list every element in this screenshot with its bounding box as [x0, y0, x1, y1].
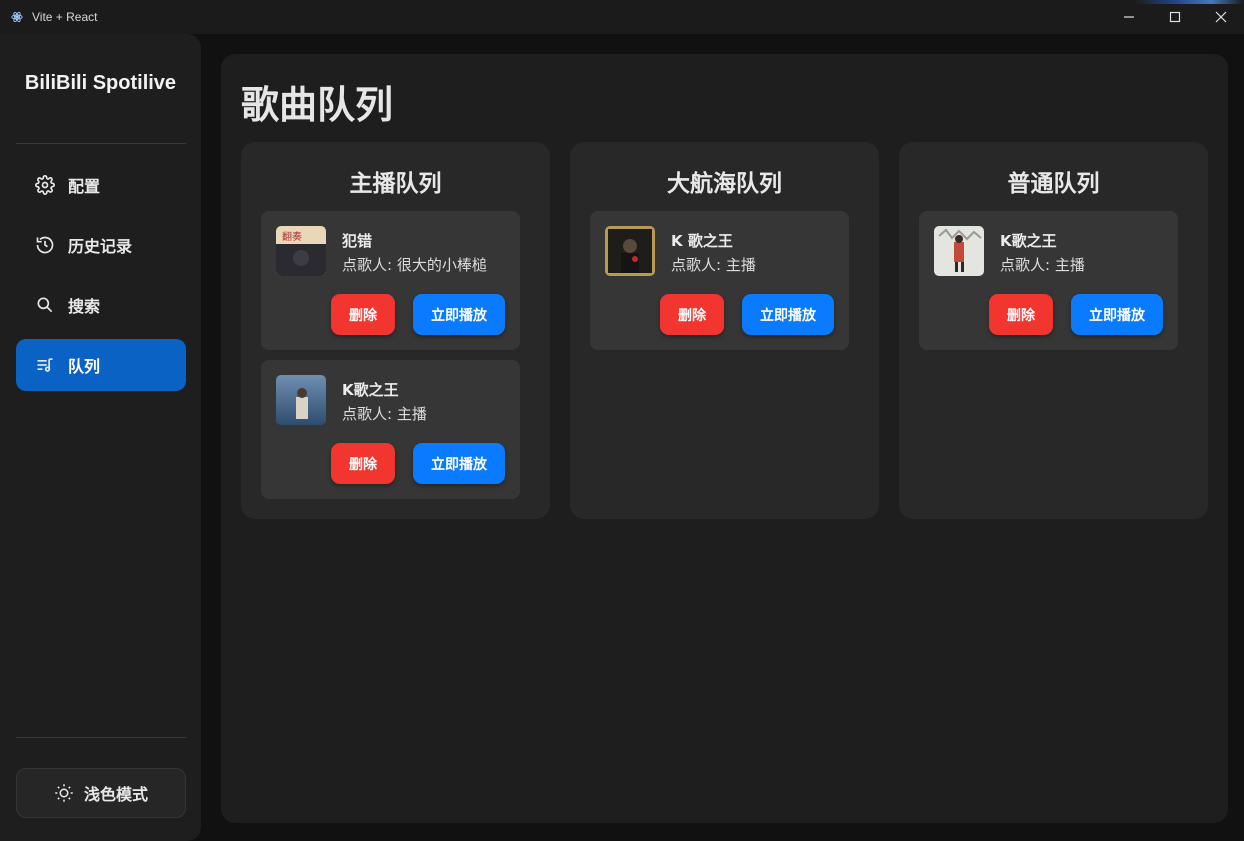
play-now-button[interactable]: 立即播放 — [742, 294, 834, 335]
sidebar-item-label: 队列 — [68, 357, 101, 376]
maximize-icon — [1169, 11, 1181, 23]
column-title: 大航海队列 — [667, 171, 782, 197]
close-icon — [1215, 11, 1227, 23]
requester-text: 点歌人: 主播 — [671, 256, 756, 274]
main-panel: 歌曲队列 主播队列 翻奏 犯错 点歌人: 很大的小棒槌 删除 立即播放 K歌之王… — [221, 54, 1228, 823]
minimize-icon — [1124, 16, 1134, 18]
sidebar-item-history[interactable]: 历史记录 — [16, 219, 186, 271]
queue-card: K 歌之王 点歌人: 主播 删除 立即播放 — [590, 211, 849, 350]
album-cover — [605, 226, 655, 276]
sidebar-item-label: 历史记录 — [68, 237, 133, 256]
requester-text: 点歌人: 主播 — [1000, 256, 1085, 274]
column-title: 主播队列 — [349, 171, 442, 197]
album-cover — [276, 375, 326, 425]
window-title: Vite + React — [32, 10, 98, 24]
song-title: K歌之王 — [1000, 232, 1057, 250]
sidebar-item-config[interactable]: 配置 — [16, 159, 186, 211]
app-brand: BiliBili Spotilive — [24, 72, 177, 94]
column-title: 普通队列 — [1007, 171, 1100, 197]
queue-column-normal: 普通队列 K歌之王 点歌人: 主播 删除 立即播放 — [899, 142, 1208, 519]
delete-button[interactable]: 删除 — [331, 294, 395, 335]
delete-button[interactable]: 删除 — [989, 294, 1053, 335]
sun-icon — [54, 783, 74, 803]
sidebar-divider-bottom — [16, 737, 186, 738]
window-titlebar: Vite + React — [0, 0, 1244, 34]
delete-button[interactable]: 删除 — [331, 443, 395, 484]
history-icon — [34, 234, 56, 256]
song-title: 犯错 — [342, 232, 373, 250]
sidebar-item-queue[interactable]: 队列 — [16, 339, 186, 391]
search-icon — [34, 294, 56, 316]
page-title: 歌曲队列 — [241, 83, 394, 127]
requester-text: 点歌人: 主播 — [342, 405, 427, 423]
svg-text:翻奏: 翻奏 — [282, 231, 302, 243]
app-icon — [10, 10, 24, 24]
sidebar-divider-top — [16, 143, 186, 144]
close-window-button[interactable] — [1198, 0, 1244, 34]
gear-icon — [34, 174, 56, 196]
minimize-button[interactable] — [1106, 0, 1152, 34]
play-now-button[interactable]: 立即播放 — [413, 443, 505, 484]
queue-column-host: 主播队列 翻奏 犯错 点歌人: 很大的小棒槌 删除 立即播放 K歌之王 点歌人:… — [241, 142, 550, 519]
sidebar-nav: 配置 历史记录 搜索 队列 — [16, 159, 186, 399]
song-title: K 歌之王 — [671, 232, 733, 250]
album-cover: 翻奏 — [276, 226, 326, 276]
queue-card: K歌之王 点歌人: 主播 删除 立即播放 — [919, 211, 1178, 350]
queue-music-icon — [34, 354, 56, 376]
album-cover — [934, 226, 984, 276]
play-now-button[interactable]: 立即播放 — [1071, 294, 1163, 335]
queue-card: 翻奏 犯错 点歌人: 很大的小棒槌 删除 立即播放 — [261, 211, 520, 350]
sidebar-item-label: 搜索 — [68, 297, 101, 316]
song-title: K歌之王 — [342, 381, 399, 399]
light-mode-label: 浅色模式 — [83, 785, 148, 804]
delete-button[interactable]: 删除 — [660, 294, 724, 335]
sidebar-item-label: 配置 — [68, 177, 101, 196]
sidebar: BiliBili Spotilive 配置 历史记录 搜索 队列 浅色模式 — [0, 34, 201, 841]
maximize-button[interactable] — [1152, 0, 1198, 34]
queue-card: K歌之王 点歌人: 主播 删除 立即播放 — [261, 360, 520, 499]
light-mode-toggle[interactable]: 浅色模式 — [16, 768, 186, 818]
sidebar-item-search[interactable]: 搜索 — [16, 279, 186, 331]
requester-text: 点歌人: 很大的小棒槌 — [342, 256, 487, 274]
queue-column-guard: 大航海队列 K 歌之王 点歌人: 主播 删除 立即播放 — [570, 142, 879, 519]
play-now-button[interactable]: 立即播放 — [413, 294, 505, 335]
